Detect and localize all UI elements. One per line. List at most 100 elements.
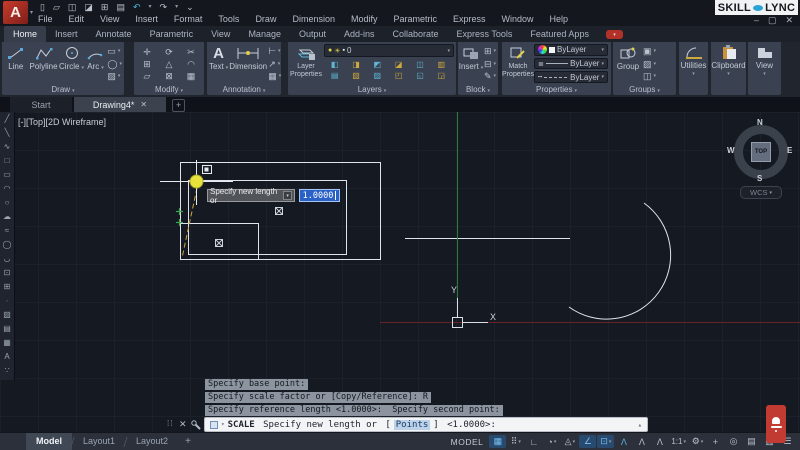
- text-tool[interactable]: A Text: [209, 44, 228, 83]
- ribbon-tab-parametric[interactable]: Parametric: [141, 26, 203, 42]
- qat-save[interactable]: ◫: [68, 2, 77, 13]
- viewcube-west[interactable]: W: [727, 146, 735, 155]
- toolbar-text[interactable]: A: [0, 350, 14, 364]
- menu-draw[interactable]: Draw: [247, 13, 284, 26]
- panel-groups-label[interactable]: Groups: [613, 84, 676, 95]
- snap-mode[interactable]: ⠿ ▾: [507, 435, 524, 448]
- match-properties-button[interactable]: Match Properties: [502, 44, 534, 83]
- qat-plot[interactable]: ▤: [116, 2, 125, 13]
- file-tab-close-icon[interactable]: ✕: [140, 100, 147, 109]
- toolbar-ellipse[interactable]: ◯: [0, 238, 14, 252]
- qat-save-as[interactable]: ◪: [84, 2, 93, 13]
- toolbar-spline[interactable]: ≈: [0, 224, 14, 238]
- multileader-tool[interactable]: ↗ ▾: [268, 59, 281, 69]
- menu-file[interactable]: File: [30, 13, 61, 26]
- layer-tool[interactable]: ◪: [395, 60, 403, 69]
- notification-badge[interactable]: [766, 405, 786, 443]
- layout-tab-layout1[interactable]: Layout1: [73, 433, 125, 450]
- qat-customize[interactable]: ⌄: [186, 2, 194, 13]
- object-snap-tracking[interactable]: ∠: [579, 435, 597, 448]
- mirror-tool[interactable]: △: [166, 59, 173, 69]
- layer-tool[interactable]: ◧: [331, 60, 339, 69]
- toolbar-gradient[interactable]: ▤: [0, 322, 14, 336]
- define-attributes-tool[interactable]: ⊟ ▾: [484, 59, 496, 69]
- rotate-tool[interactable]: ⟳: [165, 47, 173, 57]
- viewcube-north[interactable]: N: [757, 118, 763, 127]
- ribbon-tab-annotate[interactable]: Annotate: [87, 26, 141, 42]
- annotation-autoscale[interactable]: Λ: [633, 435, 650, 448]
- annotation-scale-list[interactable]: Λ: [651, 435, 668, 448]
- drawing-canvas[interactable]: ╱ ╲ ∿ □ ▭ ◠ ○ ☁ ≈ ◯ ◡ ⊡ ⊞ ∙ ▨ ▤ ▦ A ∵ [-][Top][2D Wirefram…: [0, 112, 800, 432]
- ellipse-tool[interactable]: ◯ ▾: [107, 59, 122, 69]
- command-option-points[interactable]: Points: [393, 419, 431, 430]
- workspace-switching[interactable]: ⚙ ▾: [689, 435, 706, 448]
- qat-new[interactable]: ▯: [40, 2, 45, 13]
- layer-properties-button[interactable]: Layer Properties: [290, 44, 322, 83]
- file-tab-drawing4[interactable]: Drawing4* ✕: [74, 97, 166, 112]
- object-snap[interactable]: ⊡ ▾: [597, 435, 615, 448]
- close-button[interactable]: ✕: [786, 15, 794, 26]
- qat-undo-menu[interactable]: ▾: [149, 2, 152, 13]
- command-grip-handle[interactable]: ⁞⁞: [167, 419, 173, 428]
- annotation-scale[interactable]: 1:1 ▾: [669, 435, 688, 448]
- panel-annotation-label[interactable]: Annotation: [207, 84, 281, 95]
- ortho-mode[interactable]: ∟: [525, 435, 542, 448]
- toolbar-arc[interactable]: ◠: [0, 182, 14, 196]
- dimension-tool[interactable]: Dimension: [229, 44, 267, 83]
- app-logo-icon[interactable]: A: [3, 1, 28, 24]
- panel-draw-label[interactable]: Draw: [2, 84, 124, 95]
- toolbar-insert-block[interactable]: ⊡: [0, 266, 14, 280]
- linetype-dropdown[interactable]: ┅ ByLayer ▾: [534, 71, 608, 84]
- menu-modify[interactable]: Modify: [343, 13, 386, 26]
- qat-redo[interactable]: ↷: [160, 2, 168, 13]
- toolbar-circle[interactable]: ○: [0, 196, 14, 210]
- hardware-acceleration[interactable]: ▤: [743, 435, 760, 448]
- layer-tool[interactable]: ▨: [374, 71, 382, 80]
- move-tool[interactable]: ✛: [143, 47, 151, 57]
- layer-tool[interactable]: ◱: [416, 71, 424, 80]
- restore-button[interactable]: ▢: [768, 15, 777, 26]
- viewport-controls-label[interactable]: [-][Top][2D Wireframe]: [18, 117, 106, 127]
- model-space-label[interactable]: MODEL: [451, 437, 484, 447]
- ribbon-tab-collaborate[interactable]: Collaborate: [384, 26, 448, 42]
- file-tab-start[interactable]: Start: [10, 97, 72, 112]
- stretch-tool[interactable]: ▱: [144, 71, 151, 81]
- ribbon-tab-output[interactable]: Output: [290, 26, 335, 42]
- ribbon-tab-featured-apps[interactable]: Featured Apps: [521, 26, 598, 42]
- new-layout-button[interactable]: +: [178, 436, 198, 447]
- toolbar-construction-line[interactable]: ╲: [0, 126, 14, 140]
- circle-tool[interactable]: Circle: [59, 44, 84, 83]
- lineweight-dropdown[interactable]: ≣ ByLayer ▾: [534, 57, 608, 70]
- menu-express[interactable]: Express: [445, 13, 494, 26]
- wcs-menu[interactable]: WCS ▾: [740, 186, 782, 199]
- menu-view[interactable]: View: [92, 13, 127, 26]
- layout-tab-model[interactable]: Model: [26, 433, 72, 450]
- menu-parametric[interactable]: Parametric: [386, 13, 446, 26]
- viewcube[interactable]: N S W E TOP WCS ▾: [727, 118, 793, 199]
- ribbon-tab-express-tools[interactable]: Express Tools: [448, 26, 522, 42]
- layer-tool[interactable]: ◫: [416, 60, 424, 69]
- create-block-tool[interactable]: ⊞ ▾: [484, 46, 496, 56]
- fillet-tool[interactable]: ◠: [187, 59, 195, 69]
- block-editor-tool[interactable]: ✎ ▾: [484, 71, 496, 81]
- menu-tools[interactable]: Tools: [210, 13, 247, 26]
- command-recent-icon[interactable]: [210, 420, 218, 429]
- qat-redo-menu[interactable]: ▾: [175, 2, 178, 13]
- panel-view[interactable]: View ▾: [748, 42, 781, 95]
- rectangle-tool[interactable]: ▭ ▾: [107, 46, 122, 56]
- table-tool[interactable]: ▦ ▾: [268, 71, 281, 81]
- viewcube-east[interactable]: E: [787, 146, 792, 155]
- command-customize-icon[interactable]: [191, 420, 201, 430]
- grid-display[interactable]: ▦: [489, 435, 507, 448]
- ungroup-tool[interactable]: ▣ ▾: [643, 46, 657, 56]
- copy-tool[interactable]: ⊞: [143, 59, 151, 69]
- toolbar-hatch[interactable]: ▨: [0, 308, 14, 322]
- ribbon-tab-insert[interactable]: Insert: [46, 26, 87, 42]
- express-addon-button[interactable]: ▾: [605, 30, 623, 39]
- panel-layers-label[interactable]: Layers: [288, 84, 456, 95]
- command-expand-icon[interactable]: ▴: [638, 421, 642, 429]
- toolbar-table[interactable]: ▦: [0, 336, 14, 350]
- toolbar-revision-cloud[interactable]: ☁: [0, 210, 14, 224]
- leader-tool[interactable]: ⊢ ▾: [268, 46, 281, 56]
- scale-tool[interactable]: ⊠: [165, 71, 173, 81]
